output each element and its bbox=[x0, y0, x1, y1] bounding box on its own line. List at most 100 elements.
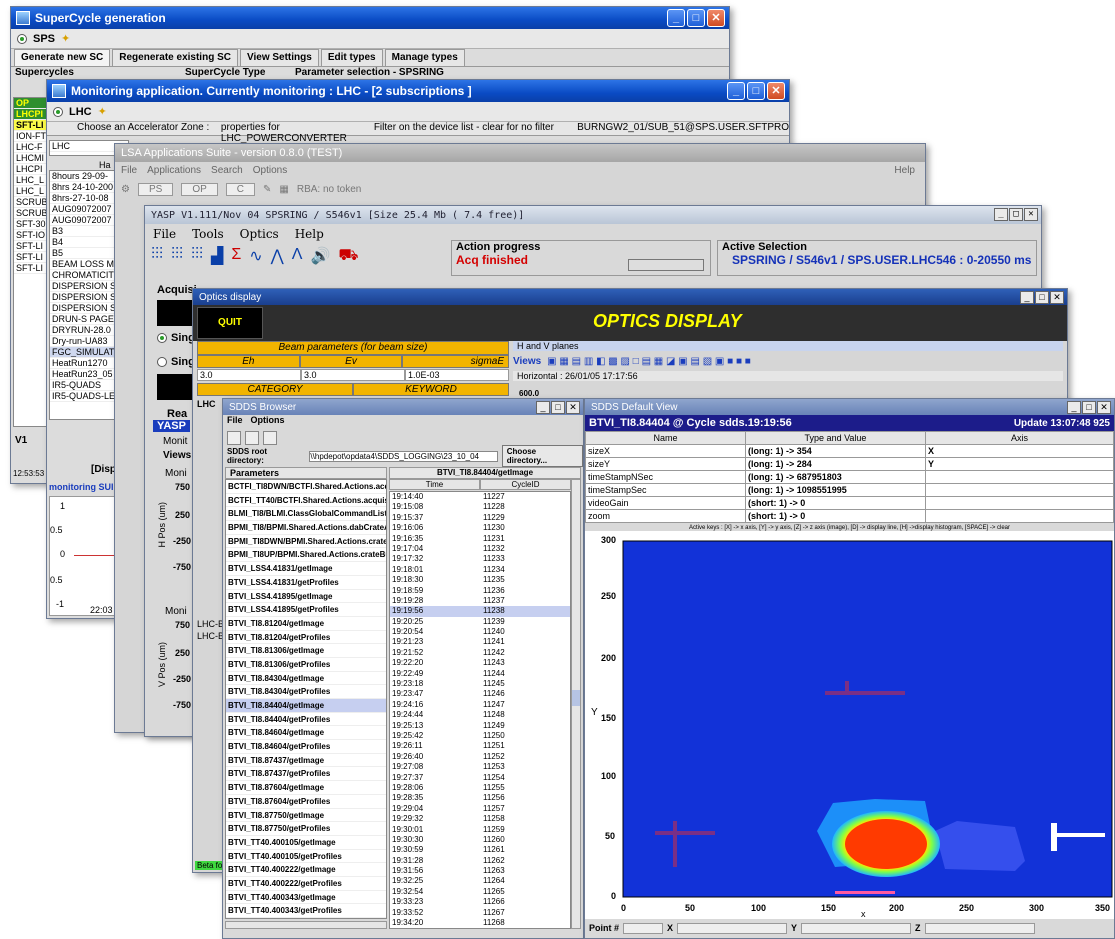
x-field[interactable] bbox=[677, 922, 788, 934]
maximize-button[interactable]: □ bbox=[747, 82, 765, 100]
minimize-button[interactable]: _ bbox=[727, 82, 745, 100]
parameter-item[interactable]: BTVI_TI8.81204/getImage bbox=[226, 617, 386, 631]
time-row[interactable]: 19:16:35 11231 bbox=[390, 534, 570, 544]
time-row[interactable]: 19:34:20 11268 bbox=[390, 918, 570, 928]
time-row[interactable]: 19:16:06 11230 bbox=[390, 523, 570, 533]
row-axis[interactable]: X bbox=[925, 444, 1114, 458]
time-row[interactable]: 19:32:54 11265 bbox=[390, 887, 570, 897]
time-row[interactable]: 19:25:13 11249 bbox=[390, 721, 570, 731]
c-combo[interactable]: C bbox=[225, 182, 255, 196]
menu-optics[interactable]: Optics bbox=[240, 227, 279, 241]
list-item[interactable]: DISPERSION S bbox=[50, 281, 114, 292]
optics-titlebar[interactable]: Optics display _ □ ✕ bbox=[193, 289, 1067, 305]
parameter-item[interactable]: BTVI_TI8.84304/getProfiles bbox=[226, 685, 386, 699]
parameters-list[interactable]: BCTFI_TI8DWN/BCTFI.Shared.Actions.acquis… bbox=[225, 479, 387, 919]
time-row[interactable]: 19:28:06 11255 bbox=[390, 783, 570, 793]
list-item[interactable]: DISPERSION S bbox=[50, 292, 114, 303]
time-row[interactable]: 19:23:18 11245 bbox=[390, 679, 570, 689]
single-radio[interactable] bbox=[157, 333, 167, 343]
parameter-item[interactable]: BPMI_TI8/BPMI.Shared.Actions.dabCrateAve… bbox=[226, 521, 386, 535]
parameter-item[interactable]: BTVI_TI8.87437/getImage bbox=[226, 754, 386, 768]
wave-icon[interactable]: ∿ bbox=[249, 246, 262, 266]
parameter-item[interactable]: BTVI_TI8.81306/getProfiles bbox=[226, 658, 386, 672]
eh-input[interactable]: 3.0 bbox=[197, 369, 301, 381]
parameter-item[interactable]: BTVI_TI8.81306/getImage bbox=[226, 644, 386, 658]
views-menu[interactable]: Views bbox=[513, 356, 541, 367]
dispose-label[interactable]: [Disp bbox=[91, 464, 116, 475]
yasp-titlebar[interactable]: YASP V1.111/Nov 04 SPSRING / S546v1 [Siz… bbox=[145, 206, 1041, 224]
parameter-item[interactable]: BTVI_TI8.84304/getImage bbox=[226, 672, 386, 686]
histogram-icon[interactable]: ▟ bbox=[211, 246, 223, 266]
list-item[interactable]: DRUN-S PAGE bbox=[50, 314, 114, 325]
time-row[interactable]: 19:31:56 11263 bbox=[390, 866, 570, 876]
sound-icon[interactable]: 🔊 bbox=[310, 246, 330, 266]
z-field[interactable] bbox=[924, 922, 1035, 934]
parameter-item[interactable]: BTVI_TI8.87604/getImage bbox=[226, 781, 386, 795]
menu-help[interactable]: Help bbox=[295, 227, 324, 241]
orbit2-icon[interactable]: ⫶⫶⫶ bbox=[171, 246, 183, 266]
menu-applications[interactable]: Applications bbox=[147, 165, 201, 176]
parameter-item[interactable]: BPMI_TI8DWN/BPMI.Shared.Actions.crateBur bbox=[226, 535, 386, 549]
edit-icon[interactable]: ✎ bbox=[263, 184, 271, 195]
parameter-item[interactable]: BTVI_TI8.84604/getProfiles bbox=[226, 740, 386, 754]
parameter-item[interactable]: BTVI_TT40.400343/getImage bbox=[226, 891, 386, 905]
menu-file[interactable]: File bbox=[121, 165, 137, 176]
parameter-item[interactable]: BTVI_TI8.84604/getImage bbox=[226, 726, 386, 741]
time-row[interactable]: 19:27:37 11254 bbox=[390, 773, 570, 783]
time-row[interactable]: 19:31:28 11262 bbox=[390, 856, 570, 866]
time-row[interactable]: 19:19:56 11238 bbox=[390, 606, 570, 617]
time-row[interactable]: 19:33:52 11267 bbox=[390, 908, 570, 918]
minimize-button[interactable]: _ bbox=[667, 9, 685, 27]
list-item[interactable]: DISPERSION S bbox=[50, 303, 114, 314]
beam-image[interactable] bbox=[585, 531, 1115, 919]
parameter-item[interactable]: BTVI_TT40.400105/getImage bbox=[226, 836, 386, 850]
ps-combo[interactable]: PS bbox=[137, 182, 174, 196]
parameter-item[interactable]: BTVI_TI8.87437/getProfiles bbox=[226, 767, 386, 782]
maximize-button[interactable]: □ bbox=[1082, 401, 1096, 414]
tab-manage-types[interactable]: Manage types bbox=[384, 49, 465, 66]
time-row[interactable]: 19:19:28 11237 bbox=[390, 596, 570, 606]
list-item[interactable]: AUG09072007 bbox=[50, 215, 114, 226]
menu-search[interactable]: Search bbox=[211, 165, 243, 176]
menu-options[interactable]: Options bbox=[253, 165, 287, 176]
menu-file[interactable]: File bbox=[153, 227, 176, 241]
sdds-view-titlebar[interactable]: SDDS Default View _ □ ✕ bbox=[585, 399, 1114, 415]
maximize-button[interactable]: □ bbox=[551, 401, 565, 414]
sigmae-input[interactable]: 1.0E-03 bbox=[405, 369, 509, 381]
kick-icon[interactable]: ⋀ bbox=[271, 246, 284, 266]
time-row[interactable]: 19:26:11 11251 bbox=[390, 741, 570, 751]
lsa-titlebar[interactable]: LSA Applications Suite - version 0.8.0 (… bbox=[115, 144, 925, 162]
time-row[interactable]: 19:23:47 11246 bbox=[390, 689, 570, 699]
time-row[interactable]: 19:29:32 11258 bbox=[390, 814, 570, 824]
y-field[interactable] bbox=[801, 922, 912, 934]
toolbar-icons[interactable]: ▣ ▦ ▤ ▥ ◧ ▩ ▨ □ ▤ ▦ ◪ ▣ ▤ ▧ ▣ ■ ■ ■ bbox=[547, 356, 751, 367]
parameter-item[interactable]: BTVI_TT40.400105/getProfiles bbox=[226, 850, 386, 864]
parameter-item[interactable]: BTVI_TT40.400343/getProfiles bbox=[226, 904, 386, 918]
time-row[interactable]: 19:20:54 11240 bbox=[390, 627, 570, 637]
orbit-icon[interactable]: ⫶⫶⫶ bbox=[151, 246, 163, 266]
row-axis[interactable] bbox=[925, 483, 1114, 497]
close-button[interactable]: ✕ bbox=[1050, 291, 1064, 304]
minimize-button[interactable]: _ bbox=[536, 401, 550, 414]
tab-view-settings[interactable]: View Settings bbox=[239, 49, 319, 66]
horizontal-scrollbar[interactable] bbox=[225, 921, 387, 929]
time-row[interactable]: 19:22:49 11244 bbox=[390, 669, 570, 679]
time-row[interactable]: 19:21:23 11241 bbox=[390, 637, 570, 647]
sum-icon[interactable]: Σ bbox=[231, 246, 241, 266]
parameter-item[interactable]: BTVI_TI8.84404/getProfiles bbox=[226, 713, 386, 727]
parameter-item[interactable]: BTVI_TI8.87750/getImage bbox=[226, 809, 386, 823]
refresh-icon[interactable]: ✦ bbox=[98, 105, 107, 118]
parameter-item[interactable]: BTVI_LSS4.41831/getProfiles bbox=[226, 576, 386, 590]
list-item[interactable]: HeatRun23_05 bbox=[50, 369, 114, 380]
time-row[interactable]: 19:18:30 11235 bbox=[390, 575, 570, 585]
ev-input[interactable]: 3.0 bbox=[301, 369, 405, 381]
parameter-item[interactable]: BTVI_TI8.84404/getImage bbox=[226, 699, 386, 713]
time-row[interactable]: 19:15:37 11229 bbox=[390, 513, 570, 523]
save-icon[interactable] bbox=[245, 431, 259, 445]
time-row[interactable]: 19:18:59 11236 bbox=[390, 586, 570, 596]
list-item[interactable]: BEAM LOSS MC bbox=[50, 259, 114, 270]
parameter-item[interactable]: BTVI_TI8.87604/getProfiles bbox=[226, 795, 386, 809]
list-item[interactable]: HeatRun1270 bbox=[50, 358, 114, 369]
time-row[interactable]: 19:29:04 11257 bbox=[390, 804, 570, 814]
time-row[interactable]: 19:15:08 11228 bbox=[390, 502, 570, 512]
